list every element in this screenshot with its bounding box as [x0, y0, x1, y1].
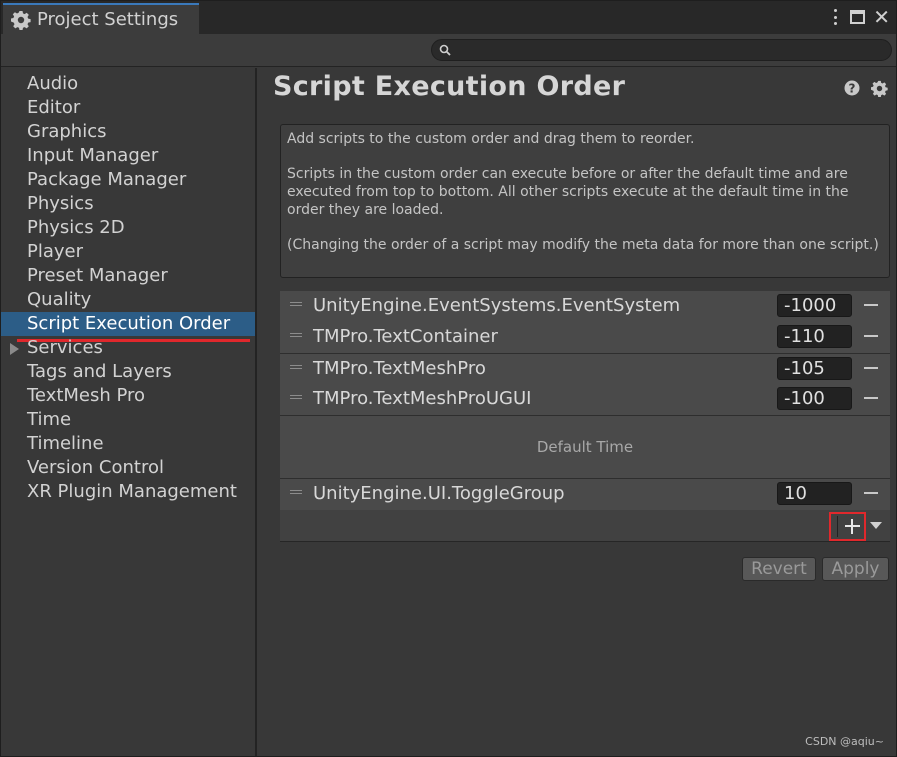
sidebar-item-physics-2d[interactable]: Physics 2D	[1, 216, 255, 240]
list-footer	[280, 510, 890, 542]
watermark: CSDN @aqiu~	[805, 735, 884, 748]
remove-icon[interactable]	[864, 304, 878, 306]
sidebar-item-graphics[interactable]: Graphics	[1, 120, 255, 144]
window-title: Project Settings	[37, 9, 179, 30]
maximize-icon[interactable]	[850, 10, 866, 24]
drag-handle-icon[interactable]	[290, 365, 302, 369]
close-icon[interactable]: ✕	[873, 7, 890, 27]
search-icon	[439, 44, 451, 56]
sidebar-item-editor[interactable]: Editor	[1, 96, 255, 120]
execution-order-field[interactable]: -1000	[777, 294, 852, 317]
remove-icon[interactable]	[864, 397, 878, 399]
script-order-list: UnityEngine.EventSystems.EventSystem -10…	[280, 291, 890, 542]
drag-handle-icon[interactable]	[290, 302, 302, 306]
help-text-line: (Changing the order of a script may modi…	[287, 237, 879, 253]
script-row[interactable]: TMPro.TextMeshPro -105	[280, 353, 890, 384]
sidebar-item-package-manager[interactable]: Package Manager	[1, 168, 255, 192]
search-input[interactable]	[431, 39, 892, 61]
more-options-icon[interactable]	[828, 7, 842, 27]
drag-handle-icon[interactable]	[290, 490, 302, 494]
remove-icon[interactable]	[864, 492, 878, 494]
revert-button[interactable]: Revert	[742, 557, 816, 581]
search-bar	[1, 34, 896, 67]
sidebar-item-xr-plugin-management[interactable]: XR Plugin Management	[1, 480, 255, 504]
remove-icon[interactable]	[864, 367, 878, 369]
sidebar-item-time[interactable]: Time	[1, 408, 255, 432]
svg-text:?: ?	[849, 82, 856, 96]
default-time-marker: Default Time	[280, 415, 890, 479]
main-panel: Script Execution Order ? Add scripts to …	[259, 68, 896, 756]
sidebar-item-timeline[interactable]: Timeline	[1, 432, 255, 456]
script-row[interactable]: UnityEngine.UI.ToggleGroup 10	[280, 479, 890, 510]
sidebar-item-quality[interactable]: Quality	[1, 288, 255, 312]
drag-handle-icon[interactable]	[290, 395, 302, 399]
remove-icon[interactable]	[864, 335, 878, 337]
sidebar-item-preset-manager[interactable]: Preset Manager	[1, 264, 255, 288]
sidebar-item-services[interactable]: Services	[1, 336, 255, 360]
sidebar-item-tags-and-layers[interactable]: Tags and Layers	[1, 360, 255, 384]
sidebar-item-audio[interactable]: Audio	[1, 72, 255, 96]
execution-order-field[interactable]: -110	[777, 325, 852, 348]
sidebar-item-version-control[interactable]: Version Control	[1, 456, 255, 480]
script-row[interactable]: TMPro.TextContainer -110	[280, 322, 890, 353]
sidebar-item-textmesh-pro[interactable]: TextMesh Pro	[1, 384, 255, 408]
window-tab[interactable]: Project Settings	[3, 3, 199, 34]
window-controls: ✕	[828, 7, 890, 27]
script-name: UnityEngine.UI.ToggleGroup	[313, 483, 565, 504]
script-name: TMPro.TextMeshProUGUI	[313, 388, 532, 409]
sidebar-item-physics[interactable]: Physics	[1, 192, 255, 216]
foldout-arrow-icon[interactable]	[10, 343, 19, 355]
project-settings-window: Project Settings ✕ Audio Editor Graphics…	[0, 0, 897, 757]
sidebar-item-label: Services	[27, 337, 103, 358]
settings-gear-icon[interactable]	[871, 80, 888, 97]
script-row[interactable]: UnityEngine.EventSystems.EventSystem -10…	[280, 291, 890, 322]
script-name: TMPro.TextContainer	[313, 326, 498, 347]
page-title: Script Execution Order	[273, 71, 626, 102]
execution-order-field[interactable]: -105	[777, 357, 852, 380]
drag-handle-icon[interactable]	[290, 333, 302, 337]
sidebar-item-script-execution-order[interactable]: Script Execution Order	[1, 312, 255, 336]
help-text-line: Add scripts to the custom order and drag…	[287, 131, 695, 147]
sidebar-item-player[interactable]: Player	[1, 240, 255, 264]
dropdown-arrow-icon[interactable]	[870, 522, 882, 529]
script-name: TMPro.TextMeshPro	[313, 358, 486, 379]
gear-icon	[11, 10, 31, 30]
script-row[interactable]: TMPro.TextMeshProUGUI -100	[280, 384, 890, 415]
add-script-button[interactable]	[829, 512, 866, 541]
apply-button[interactable]: Apply	[822, 557, 889, 581]
help-text-line: Scripts in the custom order can execute …	[287, 166, 849, 218]
help-box: Add scripts to the custom order and drag…	[280, 124, 890, 278]
settings-sidebar: Audio Editor Graphics Input Manager Pack…	[1, 68, 257, 756]
sidebar-item-input-manager[interactable]: Input Manager	[1, 144, 255, 168]
title-bar: Project Settings ✕	[1, 1, 896, 34]
help-icon[interactable]: ?	[844, 80, 860, 96]
plus-icon	[845, 519, 860, 534]
execution-order-field[interactable]: 10	[777, 482, 852, 505]
execution-order-field[interactable]: -100	[777, 387, 852, 410]
script-name: UnityEngine.EventSystems.EventSystem	[313, 295, 681, 316]
